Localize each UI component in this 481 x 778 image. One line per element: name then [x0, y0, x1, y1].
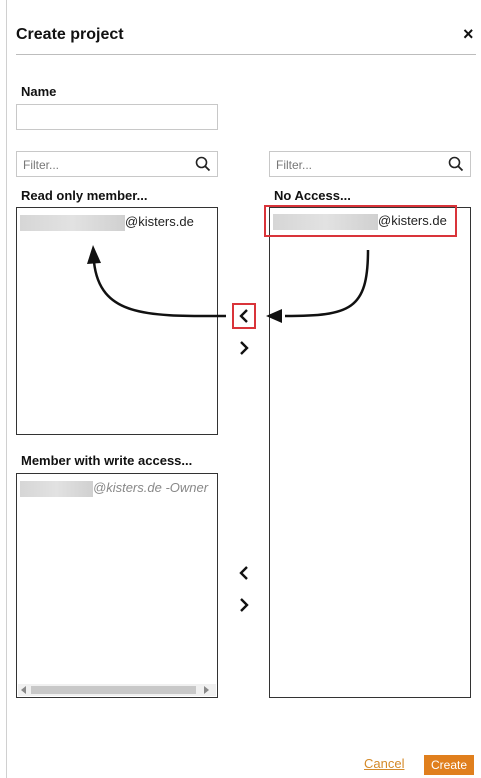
read-only-list[interactable]: @kisters.de: [16, 207, 218, 435]
move-left-button[interactable]: [236, 307, 252, 325]
name-input[interactable]: [16, 104, 218, 130]
no-access-filter[interactable]: [269, 151, 471, 177]
no-access-header: No Access...: [274, 188, 351, 203]
scroll-left-icon[interactable]: [21, 686, 27, 694]
redacted-name: [273, 213, 378, 230]
write-access-list[interactable]: @kisters.de -Owner: [16, 473, 218, 698]
write-access-header: Member with write access...: [21, 453, 193, 468]
search-icon[interactable]: [448, 156, 464, 172]
dialog-title: Create project: [16, 26, 124, 43]
read-only-filter[interactable]: [16, 151, 218, 177]
cancel-button[interactable]: Cancel: [364, 756, 404, 771]
search-icon[interactable]: [195, 156, 211, 172]
list-item-email: @kisters.de: [125, 214, 194, 229]
create-button[interactable]: Create: [424, 755, 474, 775]
list-item-email: @kisters.de: [378, 213, 447, 228]
title-divider: [16, 54, 476, 55]
list-item[interactable]: @kisters.de: [273, 213, 447, 230]
horizontal-scrollbar[interactable]: [18, 684, 216, 696]
dialog-border: [6, 0, 7, 778]
list-item[interactable]: @kisters.de: [20, 214, 194, 231]
name-label: Name: [21, 84, 57, 99]
move-left-button-write[interactable]: [236, 564, 252, 582]
scroll-right-icon[interactable]: [204, 686, 210, 694]
read-only-header: Read only member...: [21, 188, 148, 203]
list-item-email: @kisters.de -Owner: [93, 480, 209, 495]
list-item[interactable]: @kisters.de -Owner: [20, 480, 208, 497]
read-only-filter-input[interactable]: [21, 155, 185, 175]
move-right-button[interactable]: [236, 339, 252, 357]
no-access-list[interactable]: [269, 207, 471, 698]
no-access-filter-input[interactable]: [274, 155, 438, 175]
redacted-name: [20, 214, 125, 231]
redacted-name: [20, 480, 93, 497]
close-icon[interactable]: ×: [463, 24, 474, 44]
scrollbar-thumb[interactable]: [31, 686, 196, 694]
move-right-button-write[interactable]: [236, 596, 252, 614]
annotation-highlight: @kisters.de: [264, 205, 457, 237]
